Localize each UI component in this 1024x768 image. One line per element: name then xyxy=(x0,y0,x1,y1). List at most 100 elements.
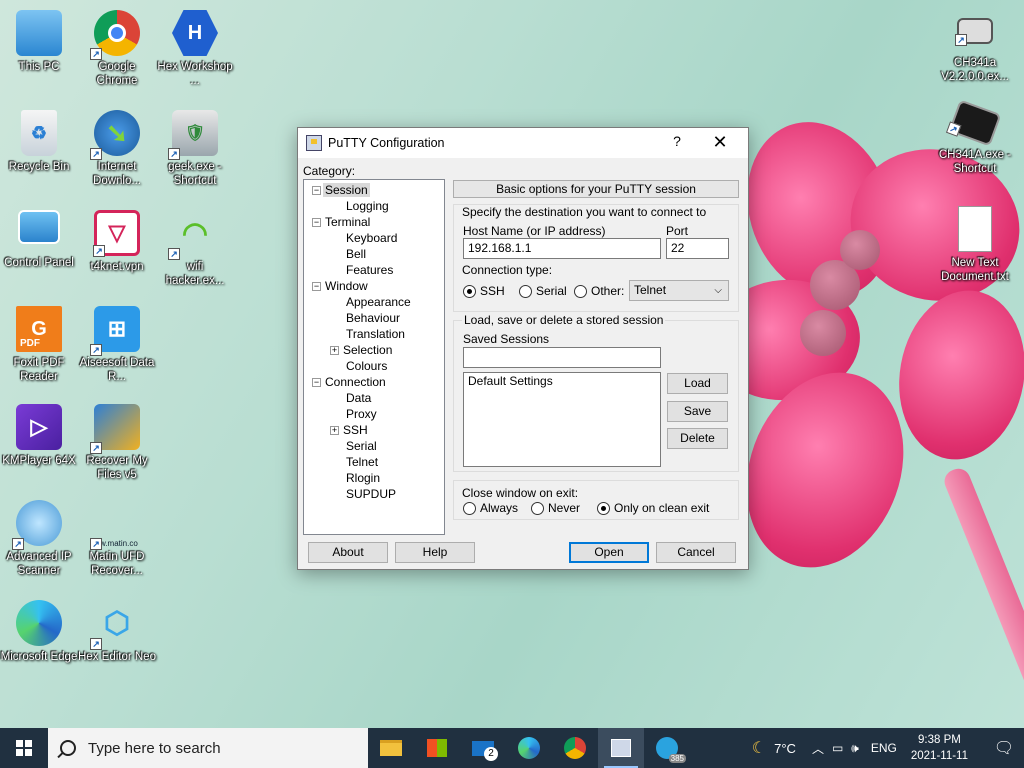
taskbar-store[interactable] xyxy=(414,728,460,768)
serial-radio[interactable]: Serial xyxy=(519,284,567,298)
start-button[interactable] xyxy=(0,728,48,768)
expand-icon[interactable]: + xyxy=(330,426,339,436)
tree-item-label: Logging xyxy=(346,199,389,213)
taskbar-edge[interactable] xyxy=(506,728,552,768)
tree-item[interactable]: Proxy xyxy=(304,406,444,422)
list-item[interactable]: Default Settings xyxy=(464,373,660,389)
tree-item[interactable]: − Connection xyxy=(304,374,444,390)
desktop-icon-new-text-document[interactable]: New Text Document.txt xyxy=(936,206,1014,284)
desktop-icon-this-pc[interactable]: This PC xyxy=(0,10,78,74)
desktop-icon-advanced-ip-scanner[interactable]: ↗ Advanced IP Scanner xyxy=(0,500,78,578)
open-button[interactable]: Open xyxy=(569,542,649,563)
cancel-button[interactable]: Cancel xyxy=(656,542,736,563)
taskbar-file-explorer[interactable] xyxy=(368,728,414,768)
tree-item[interactable]: Telnet xyxy=(304,454,444,470)
chip-icon: ↗ xyxy=(945,99,1002,147)
other-radio[interactable]: Other: xyxy=(574,284,624,298)
desktop-icon-hex-editor-neo[interactable]: ⬡ ↗ Hex Editor Neo xyxy=(78,600,156,664)
desktop-icon-recover-my-files[interactable]: ↗ Recover My Files v5 xyxy=(78,404,156,482)
notification-icon[interactable]: 🗨 xyxy=(984,738,1024,758)
weather-moon-icon[interactable]: ☾ xyxy=(752,738,766,758)
tree-item[interactable]: Colours xyxy=(304,358,444,374)
window-title: PuTTY Configuration xyxy=(328,136,445,150)
port-input[interactable]: 22 xyxy=(666,238,729,259)
save-button[interactable]: Save xyxy=(667,401,728,422)
desktop-icon-google-chrome[interactable]: ↗ Google Chrome xyxy=(78,10,156,88)
text-file-icon xyxy=(958,206,992,252)
chevron-up-icon[interactable]: ︿ xyxy=(812,740,824,757)
folder-icon xyxy=(380,740,402,756)
delete-button[interactable]: Delete xyxy=(667,428,728,449)
category-tree[interactable]: − Session Logging − Terminal Keyboard Bell Feat… xyxy=(303,179,445,535)
network-icon[interactable]: ▭ xyxy=(832,741,843,755)
desktop-icon-internet-download-manager[interactable]: ➘ ↗ Internet Downlo... xyxy=(78,110,156,188)
desktop-icon-ch341a-exe[interactable]: ↗ CH341a V2.2.0.0.ex... xyxy=(936,10,1014,84)
collapse-icon[interactable]: − xyxy=(312,218,321,228)
clock[interactable]: 9:38 PM 2021-11-11 xyxy=(911,732,968,764)
kmplayer-icon: ▷ xyxy=(16,404,62,450)
load-button[interactable]: Load xyxy=(667,373,728,394)
desktop-icon-microsoft-edge[interactable]: Microsoft Edge xyxy=(0,600,78,664)
taskbar-chrome[interactable] xyxy=(552,728,598,768)
collapse-icon[interactable]: − xyxy=(312,378,321,388)
language-indicator[interactable]: ENG xyxy=(871,741,897,755)
always-radio[interactable]: Always xyxy=(463,501,518,515)
tree-item[interactable]: + Selection xyxy=(304,342,444,358)
taskbar-putty[interactable] xyxy=(598,728,644,768)
vpn-icon: ▽ ↗ xyxy=(93,210,140,257)
close-on-exit-label: Close window on exit: xyxy=(462,486,579,500)
never-radio[interactable]: Never xyxy=(531,501,580,515)
desktop-icon-recycle-bin[interactable]: ♻ Recycle Bin xyxy=(0,110,78,174)
collapse-icon[interactable]: − xyxy=(312,186,321,196)
collapse-icon[interactable]: − xyxy=(312,282,321,292)
tree-item[interactable]: Appearance xyxy=(304,294,444,310)
taskbar-telegram[interactable]: 385 xyxy=(644,728,690,768)
saved-sessions-input[interactable] xyxy=(463,347,661,368)
desktop-icon-geek-shortcut[interactable]: 🛡 ↗ geek.exe - Shortcut xyxy=(156,110,234,188)
tree-item[interactable]: SUPDUP xyxy=(304,486,444,502)
tree-item[interactable]: Bell xyxy=(304,246,444,262)
tree-item[interactable]: Logging xyxy=(304,198,444,214)
desktop-icon-control-panel[interactable]: Control Panel xyxy=(0,210,78,270)
desktop-icon-hex-workshop[interactable]: H Hex Workshop ... xyxy=(156,10,234,88)
tree-item[interactable]: Behaviour xyxy=(304,310,444,326)
sessions-listbox[interactable]: Default Settings xyxy=(463,372,661,467)
desktop-icon-ch341a-shortcut[interactable]: ↗ CH341A.exe - Shortcut xyxy=(936,99,1014,176)
tree-item[interactable]: − Window xyxy=(304,278,444,294)
host-input[interactable]: 192.168.1.1 xyxy=(463,238,661,259)
desktop-icon-foxit-pdf[interactable]: PDF G Foxit PDF Reader xyxy=(0,306,78,384)
desktop-icon-aiseesoft[interactable]: ⊞ ↗ Aiseesoft Data R... xyxy=(78,306,156,384)
only-clean-exit-radio[interactable]: Only on clean exit xyxy=(597,501,709,515)
tree-item[interactable]: Data xyxy=(304,390,444,406)
help-question-button[interactable]: ? xyxy=(662,133,692,153)
tree-item[interactable]: Keyboard xyxy=(304,230,444,246)
tree-item[interactable]: − Session xyxy=(304,182,444,198)
about-button[interactable]: About xyxy=(308,542,388,563)
desktop-icon-kmplayer[interactable]: ▷ KMPlayer 64X xyxy=(0,404,78,468)
volume-icon[interactable]: 🕪 xyxy=(851,741,859,756)
desktop-icon-wifi-hacker[interactable]: ◠ ↗ wifi hacker.ex... xyxy=(156,210,234,288)
ssh-radio[interactable]: SSH xyxy=(463,284,505,298)
taskbar-search-box[interactable]: Type here to search xyxy=(48,728,368,768)
desktop-icon-t4knet-vpn[interactable]: ▽ ↗ t4knet.vpn xyxy=(78,210,156,274)
taskbar-mail[interactable]: 2 xyxy=(460,728,506,768)
tree-item[interactable]: Features xyxy=(304,262,444,278)
desktop-icon-matin-ufd[interactable]: w.matin.co ↗ Matin UFD Recover... xyxy=(78,500,156,578)
tree-item[interactable]: − Terminal xyxy=(304,214,444,230)
expand-icon[interactable]: + xyxy=(330,346,339,356)
hex-editor-icon: ⬡ ↗ xyxy=(90,600,140,650)
weather-temperature[interactable]: 7°C xyxy=(774,741,796,756)
destination-label: Specify the destination you want to conn… xyxy=(462,205,707,219)
sessions-group-label: Load, save or delete a stored session xyxy=(462,313,666,327)
tree-item[interactable]: Translation xyxy=(304,326,444,342)
other-protocol-select[interactable]: Telnet ⌵ xyxy=(629,280,729,301)
title-bar[interactable]: PuTTY Configuration ? ✕ xyxy=(298,128,748,158)
tree-item[interactable]: + SSH xyxy=(304,422,444,438)
help-button[interactable]: Help xyxy=(395,542,475,563)
tree-item[interactable]: Serial xyxy=(304,438,444,454)
close-button[interactable]: ✕ xyxy=(700,131,740,155)
tree-item[interactable]: Rlogin xyxy=(304,470,444,486)
tree-item-label: Proxy xyxy=(346,407,377,421)
tree-item-label: Features xyxy=(346,263,394,277)
taskbar: Type here to search 2 385 ☾ 7°C ︿ ▭ 🕪 EN… xyxy=(0,728,1024,768)
